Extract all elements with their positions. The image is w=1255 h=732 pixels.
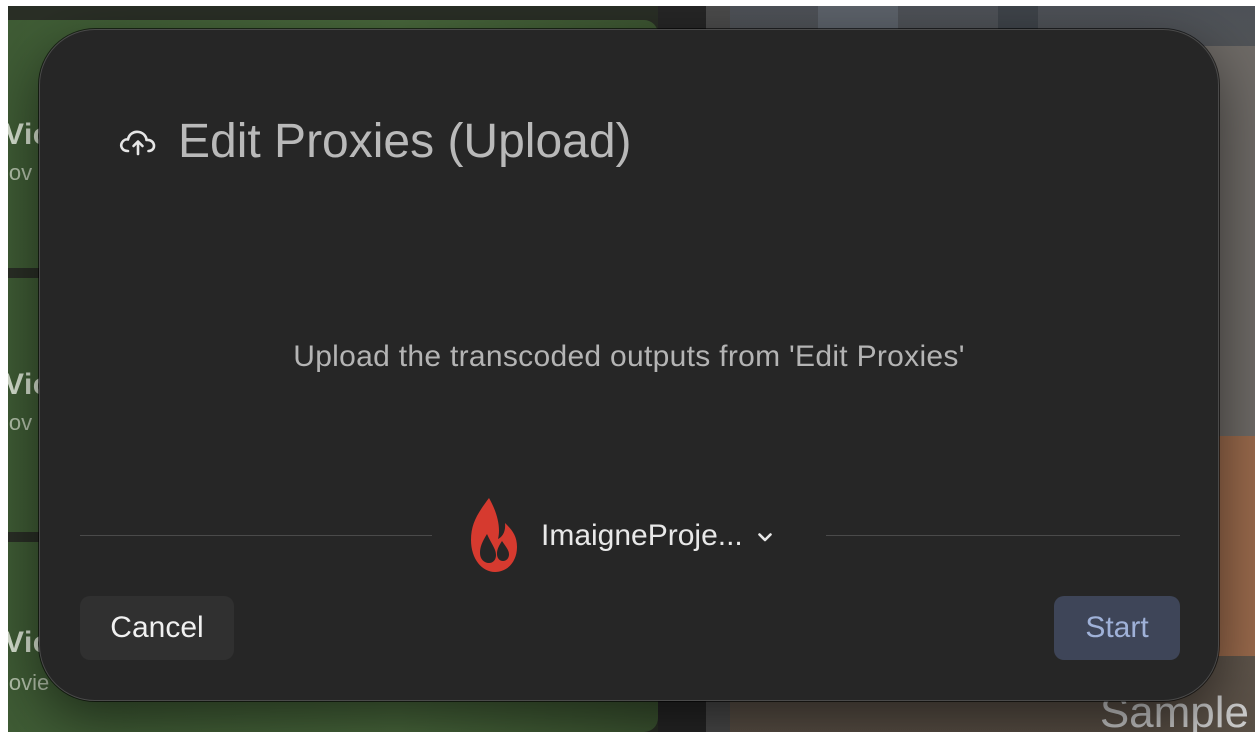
edit-proxies-upload-dialog: Edit Proxies (Upload) Upload the transco…	[39, 29, 1219, 701]
background-building	[1213, 436, 1255, 656]
dialog-description: Upload the transcoded outputs from 'Edit…	[293, 340, 965, 373]
start-button[interactable]: Start	[1054, 596, 1180, 660]
dialog-title: Edit Proxies (Upload)	[178, 115, 632, 168]
project-name: ImaigneProje...	[541, 519, 743, 552]
cancel-button[interactable]: Cancel	[80, 596, 234, 660]
background-card-subtitle: lovie	[8, 670, 50, 695]
dialog-header: Edit Proxies (Upload)	[118, 114, 632, 169]
divider-right	[826, 535, 1180, 536]
background-card-subtitle: lov	[8, 160, 33, 185]
divider-left	[80, 535, 432, 536]
app-window: Vic lov Vic lov Vic lovie Sample Edit Pr…	[8, 6, 1255, 732]
backblaze-flame-logo	[465, 496, 521, 576]
chevron-down-icon	[757, 530, 773, 542]
background-card-subtitle: lov	[8, 410, 33, 435]
project-selector[interactable]: ImaigneProje...	[465, 496, 773, 576]
cloud-upload-icon	[118, 127, 158, 157]
